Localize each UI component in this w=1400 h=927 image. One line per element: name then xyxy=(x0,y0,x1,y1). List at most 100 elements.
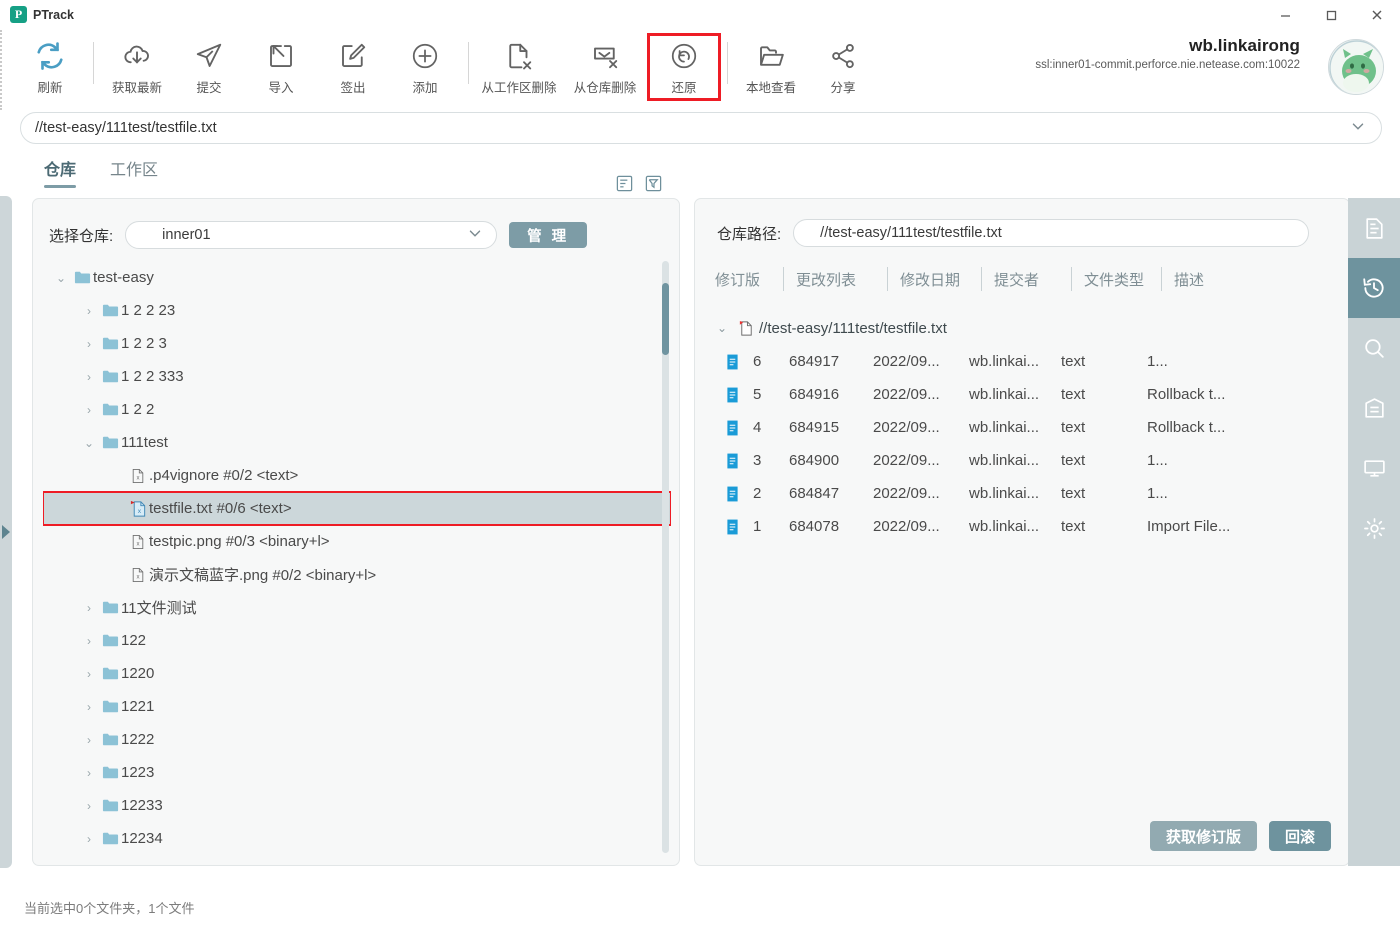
tree-folder-item[interactable]: ⌄ test-easy xyxy=(43,261,671,294)
toolbar-button-local-view[interactable]: 本地查看 xyxy=(735,34,807,100)
left-collapse-handle[interactable] xyxy=(0,196,12,868)
column-header[interactable]: 修订版 xyxy=(715,267,783,291)
chevron-right-icon[interactable]: › xyxy=(79,337,99,351)
toolbar-button-submit[interactable]: 提交 xyxy=(173,34,245,100)
submitter-name: wb.linkai... xyxy=(969,353,1040,370)
filter-funnel-icon[interactable] xyxy=(644,174,663,193)
tree-folder-item[interactable]: › 1221 xyxy=(43,690,671,723)
toolbar-button-get-latest[interactable]: 获取最新 xyxy=(101,34,173,100)
chevron-down-icon[interactable]: ⌄ xyxy=(711,321,733,335)
tree-folder-item[interactable]: › 1220 xyxy=(43,657,671,690)
chevron-right-icon[interactable]: › xyxy=(79,370,99,384)
chevron-right-icon[interactable]: › xyxy=(79,832,99,846)
tree-scrollbar[interactable] xyxy=(662,261,669,853)
get-revision-button[interactable]: 获取修订版 xyxy=(1149,821,1257,851)
toolbar-button-delete-from-repo[interactable]: 从仓库删除 xyxy=(562,34,648,100)
manage-button[interactable]: 管 理 xyxy=(509,222,588,248)
tree-folder-item[interactable]: › 1 2 2 333 xyxy=(43,360,671,393)
repository-dropdown[interactable]: inner01 xyxy=(125,221,498,249)
tree-file-item[interactable]: x testfile.txt #0/6 <text> xyxy=(43,491,671,526)
ptrack-window: P PTrack 刷新 获取最新 提交 导入 签出 添加 从工作区删除 从仓库删… xyxy=(0,0,1400,927)
folder-icon xyxy=(102,601,118,614)
repository-value: inner01 xyxy=(162,227,211,243)
repo-path-input[interactable]: //test-easy/111test/testfile.txt xyxy=(793,219,1310,247)
rail-button-archive[interactable] xyxy=(1348,378,1400,438)
column-header[interactable]: 描述 xyxy=(1161,267,1271,291)
tree-folder-item[interactable]: › 122 xyxy=(43,624,671,657)
tree-folder-item[interactable]: › 1223 xyxy=(43,756,671,789)
sort-list-icon[interactable] xyxy=(615,174,634,193)
toolbar-button-import[interactable]: 导入 xyxy=(245,34,317,100)
revision-row[interactable]: 2 684847 2022/09... wb.linkai... text 1... xyxy=(711,477,1331,510)
tree-folder-item[interactable]: › 1 2 2 xyxy=(43,393,671,426)
chevron-right-icon[interactable]: › xyxy=(79,799,99,813)
rail-button-settings[interactable] xyxy=(1348,498,1400,558)
rollback-button[interactable]: 回滚 xyxy=(1268,821,1331,851)
chevron-right-icon[interactable]: › xyxy=(79,700,99,714)
close-button[interactable] xyxy=(1354,0,1400,30)
chevron-right-icon[interactable]: › xyxy=(79,403,99,417)
column-header[interactable]: 文件类型 xyxy=(1071,267,1161,291)
tree-folder-item[interactable]: › 12233 xyxy=(43,789,671,822)
revision-row[interactable]: 4 684915 2022/09... wb.linkai... text Rollbac… xyxy=(711,411,1331,444)
tab-repository[interactable]: 仓库 xyxy=(44,156,77,188)
folder-icon xyxy=(71,270,93,285)
rail-button-document[interactable] xyxy=(1348,198,1400,258)
chevron-down-icon[interactable]: ⌄ xyxy=(79,436,99,450)
modified-date: 2022/09... xyxy=(873,386,940,403)
chevron-right-icon[interactable]: › xyxy=(79,601,99,615)
column-header[interactable]: 更改列表 xyxy=(783,267,887,291)
tree-folder-item[interactable]: › 12234 xyxy=(43,822,671,853)
revision-number: 4 xyxy=(753,419,762,436)
tree-file-item[interactable]: x testpic.png #0/3 <binary+l> xyxy=(43,525,671,558)
file-type: text xyxy=(1061,485,1086,502)
toolbar-button-checkout[interactable]: 签出 xyxy=(317,34,389,100)
revision-row[interactable]: 5 684916 2022/09... wb.linkai... text Rollbac… xyxy=(711,378,1331,411)
cloud-download-icon xyxy=(122,39,152,73)
tab-workspace[interactable]: 工作区 xyxy=(110,156,158,188)
tree-file-item[interactable]: x 演示文稿蓝字.png #0/2 <binary+l> xyxy=(43,558,671,591)
chevron-right-icon[interactable]: › xyxy=(79,304,99,318)
chevron-right-icon[interactable]: › xyxy=(79,667,99,681)
toolbar-button-add[interactable]: 添加 xyxy=(389,34,461,100)
tree-file-item[interactable]: x .p4vignore #0/2 <text> xyxy=(43,459,671,492)
revision-file-header[interactable]: ⌄ //test-easy/111test/testfile.txt xyxy=(711,311,1331,345)
chevron-right-icon[interactable]: › xyxy=(79,766,99,780)
tree-folder-item[interactable]: › 11文件测试 xyxy=(43,591,671,624)
repository-path-bar[interactable]: //test-easy/111test/testfile.txt xyxy=(20,112,1382,144)
column-header[interactable]: 修改日期 xyxy=(887,267,981,291)
maximize-button[interactable] xyxy=(1308,0,1354,30)
tree-folder-item[interactable]: › 1 2 2 23 xyxy=(43,294,671,327)
chevron-down-icon[interactable] xyxy=(1349,117,1367,140)
avatar[interactable] xyxy=(1328,39,1384,95)
account-info: wb.linkairong ssl:inner01-commit.perforc… xyxy=(1035,36,1300,71)
folder-icon xyxy=(102,799,118,812)
refresh-icon xyxy=(35,39,65,73)
tree-folder-item[interactable]: ⌄ 111test xyxy=(43,426,671,459)
repo-path-label: 仓库路径: xyxy=(717,225,782,243)
minimize-button[interactable] xyxy=(1262,0,1308,30)
rail-button-search[interactable] xyxy=(1348,318,1400,378)
revision-file-icon xyxy=(711,486,753,502)
revision-row[interactable]: 3 684900 2022/09... wb.linkai... text 1... xyxy=(711,444,1331,477)
toolbar-button-delete-from-workspace[interactable]: 从工作区删除 xyxy=(476,34,562,100)
folder-icon xyxy=(99,699,121,714)
tree-folder-item[interactable]: › 1 2 2 3 xyxy=(43,327,671,360)
revision-file-icon xyxy=(711,453,753,469)
chevron-right-icon[interactable]: › xyxy=(79,634,99,648)
revision-row[interactable]: 6 684917 2022/09... wb.linkai... text 1... xyxy=(711,345,1331,378)
rail-button-monitor[interactable] xyxy=(1348,438,1400,498)
tree-item-label: 1220 xyxy=(121,665,155,682)
right-icon-rail xyxy=(1348,198,1400,866)
column-header[interactable]: 提交者 xyxy=(981,267,1071,291)
chevron-down-icon[interactable]: ⌄ xyxy=(51,271,71,285)
chevron-right-icon[interactable]: › xyxy=(79,733,99,747)
tree-folder-item[interactable]: › 1222 xyxy=(43,723,671,756)
tree-scrollbar-thumb[interactable] xyxy=(662,283,669,355)
toolbar-button-share[interactable]: 分享 xyxy=(807,34,879,100)
toolbar-button-refresh[interactable]: 刷新 xyxy=(14,34,86,100)
revision-row[interactable]: 1 684078 2022/09... wb.linkai... text Import … xyxy=(711,510,1331,543)
file-tree[interactable]: ⌄ test-easy › 1 2 2 23 › 1 2 2 3 › 1 2 2 333 › 1 … xyxy=(43,261,671,853)
toolbar-button-revert[interactable]: 还原 xyxy=(647,33,721,101)
rail-button-history[interactable] xyxy=(1348,258,1400,318)
